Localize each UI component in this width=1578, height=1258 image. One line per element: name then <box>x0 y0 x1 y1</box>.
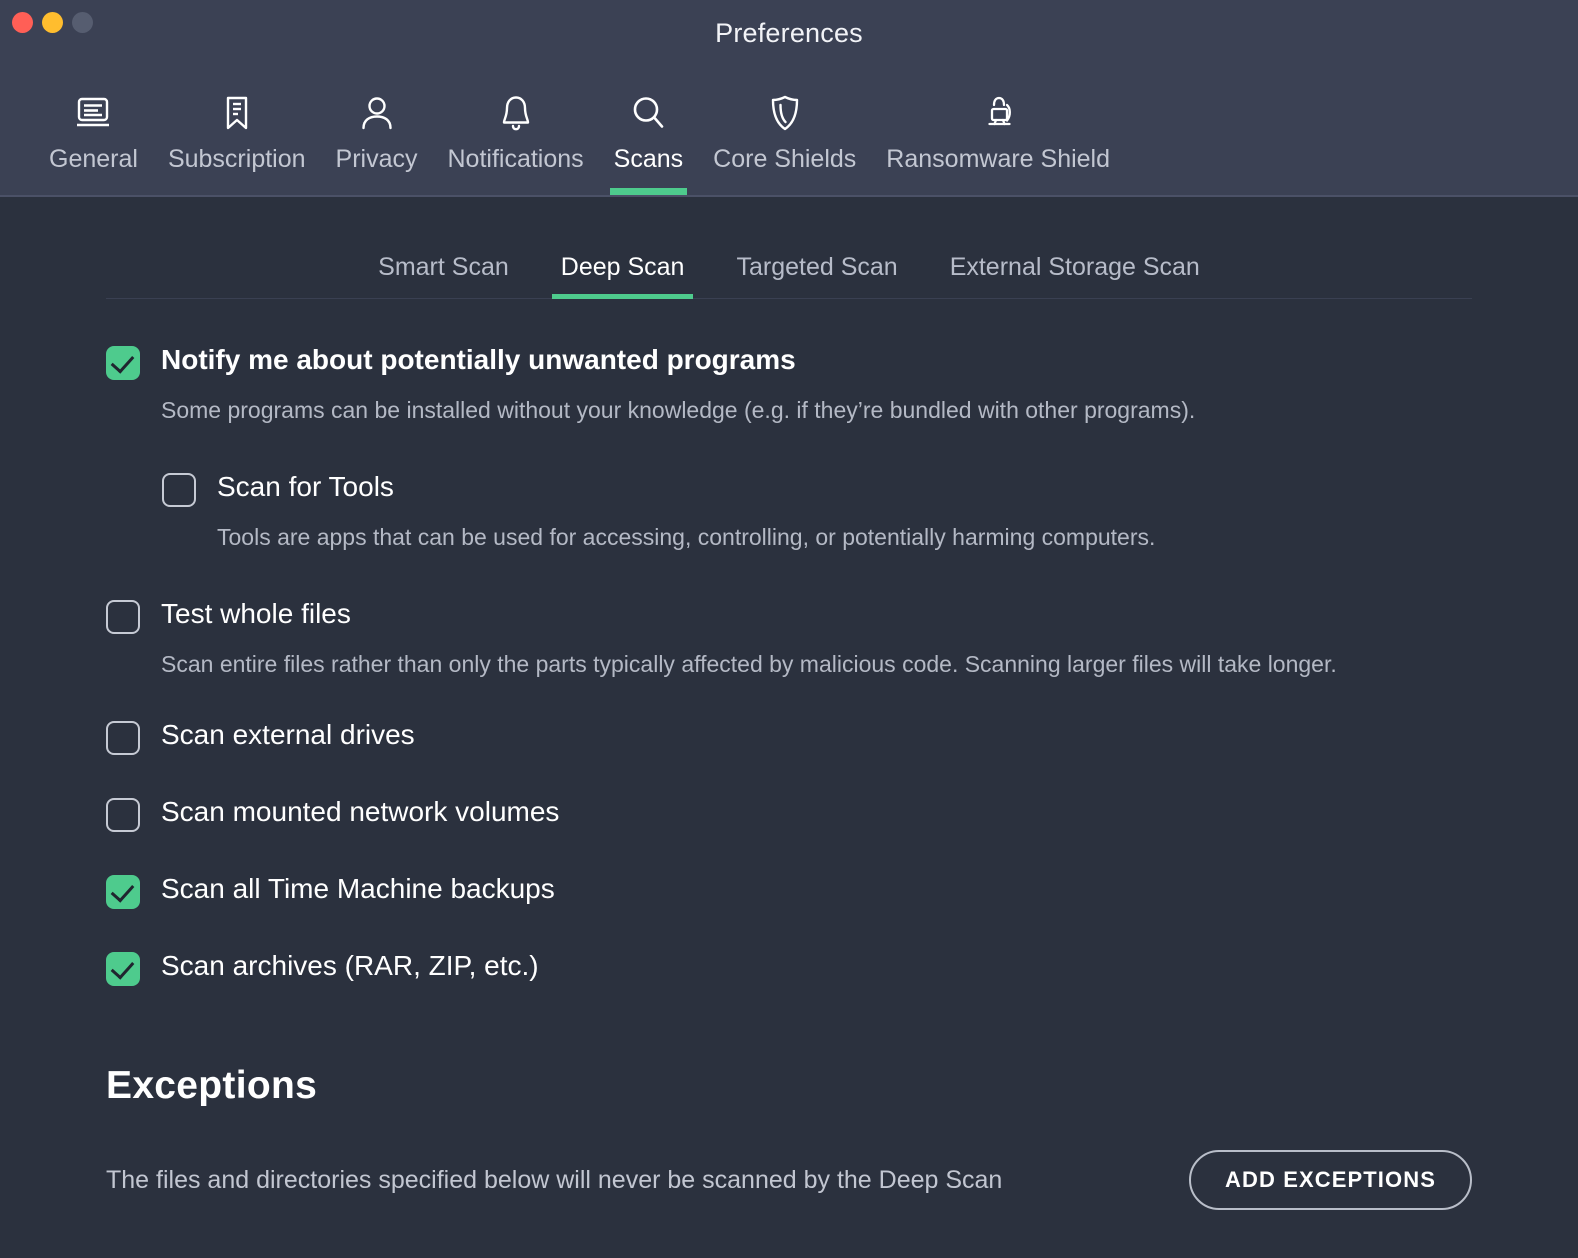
option-label-scan-archives: Scan archives (RAR, ZIP, etc.) <box>161 949 539 983</box>
scan-subtabs-container: Smart Scan Deep Scan Targeted Scan Exter… <box>106 197 1472 299</box>
option-label-scan-for-tools: Scan for Tools <box>217 470 394 504</box>
shield-icon <box>763 90 807 136</box>
toolbar-item-core-shields[interactable]: Core Shields <box>698 69 871 195</box>
preferences-content: Smart Scan Deep Scan Targeted Scan Exter… <box>0 197 1578 1258</box>
tab-targeted-scan[interactable]: Targeted Scan <box>710 249 923 298</box>
bell-icon <box>494 90 538 136</box>
scan-subtabs: Smart Scan Deep Scan Targeted Scan Exter… <box>106 249 1472 298</box>
titlebar: Preferences General <box>0 0 1578 197</box>
preferences-toolbar: General Subscription <box>0 69 1578 195</box>
checkbox-scan-time-machine[interactable] <box>106 875 140 909</box>
tab-external-storage-scan-label: External Storage Scan <box>950 253 1200 281</box>
toolbar-label-ransomware-shield: Ransomware Shield <box>886 146 1110 196</box>
exceptions-row: The files and directories specified belo… <box>106 1150 1472 1210</box>
window-controls <box>12 12 93 33</box>
checkbox-scan-network-volumes[interactable] <box>106 798 140 832</box>
toolbar-label-subscription: Subscription <box>168 146 306 196</box>
exceptions-description: The files and directories specified belo… <box>106 1164 1002 1197</box>
option-scan-external-drives[interactable]: Scan external drives <box>106 718 1472 755</box>
preferences-window: Preferences General <box>0 0 1578 1258</box>
person-icon <box>355 90 399 136</box>
tab-deep-scan[interactable]: Deep Scan <box>535 249 711 298</box>
option-scan-network-volumes[interactable]: Scan mounted network volumes <box>106 795 1472 832</box>
tab-smart-scan[interactable]: Smart Scan <box>352 249 535 298</box>
toolbar-item-scans[interactable]: Scans <box>599 69 698 195</box>
option-label-scan-time-machine: Scan all Time Machine backups <box>161 872 555 906</box>
toolbar-item-privacy[interactable]: Privacy <box>321 69 433 195</box>
checkbox-scan-external-drives[interactable] <box>106 721 140 755</box>
option-notify-pup[interactable]: Notify me about potentially unwanted pro… <box>106 343 1472 380</box>
toolbar-label-general: General <box>49 146 138 196</box>
toolbar-label-notifications: Notifications <box>448 146 584 196</box>
scan-options-list: Notify me about potentially unwanted pro… <box>0 299 1578 986</box>
option-scan-archives[interactable]: Scan archives (RAR, ZIP, etc.) <box>106 949 1472 986</box>
checkbox-scan-for-tools[interactable] <box>162 473 196 507</box>
option-label-test-whole-files: Test whole files <box>161 597 351 631</box>
laptop-document-icon <box>71 90 115 136</box>
option-desc-notify-pup: Some programs can be installed without y… <box>161 396 1472 424</box>
option-label-scan-network-volumes: Scan mounted network volumes <box>161 795 559 829</box>
magnifier-icon <box>626 90 670 136</box>
toolbar-label-core-shields: Core Shields <box>713 146 856 196</box>
window-title: Preferences <box>0 0 1578 47</box>
add-exceptions-button[interactable]: ADD EXCEPTIONS <box>1189 1150 1472 1210</box>
exceptions-title: Exceptions <box>106 1064 1472 1108</box>
option-test-whole-files[interactable]: Test whole files <box>106 597 1472 634</box>
option-desc-scan-for-tools: Tools are apps that can be used for acce… <box>217 523 1472 551</box>
toolbar-label-scans: Scans <box>614 146 683 196</box>
close-button[interactable] <box>12 12 33 33</box>
tab-targeted-scan-label: Targeted Scan <box>736 253 897 281</box>
option-desc-test-whole-files: Scan entire files rather than only the p… <box>161 650 1472 678</box>
option-scan-for-tools[interactable]: Scan for Tools <box>106 470 1472 507</box>
toolbar-item-ransomware-shield[interactable]: Ransomware Shield <box>871 69 1125 195</box>
bookmark-icon <box>215 90 259 136</box>
tab-deep-scan-label: Deep Scan <box>561 253 685 281</box>
toolbar-item-notifications[interactable]: Notifications <box>433 69 599 195</box>
checkbox-scan-archives[interactable] <box>106 952 140 986</box>
minimize-button[interactable] <box>42 12 63 33</box>
option-scan-time-machine[interactable]: Scan all Time Machine backups <box>106 872 1472 909</box>
checkbox-test-whole-files[interactable] <box>106 600 140 634</box>
checkbox-notify-pup[interactable] <box>106 346 140 380</box>
toolbar-item-general[interactable]: General <box>34 69 153 195</box>
zoom-button[interactable] <box>72 12 93 33</box>
lock-monitor-icon <box>976 90 1020 136</box>
toolbar-label-privacy: Privacy <box>336 146 418 196</box>
exceptions-section: Exceptions The files and directories spe… <box>0 1064 1578 1210</box>
tab-external-storage-scan[interactable]: External Storage Scan <box>924 249 1226 298</box>
tab-smart-scan-label: Smart Scan <box>378 253 509 281</box>
option-label-notify-pup: Notify me about potentially unwanted pro… <box>161 343 796 377</box>
toolbar-item-subscription[interactable]: Subscription <box>153 69 321 195</box>
option-label-scan-external-drives: Scan external drives <box>161 718 415 752</box>
